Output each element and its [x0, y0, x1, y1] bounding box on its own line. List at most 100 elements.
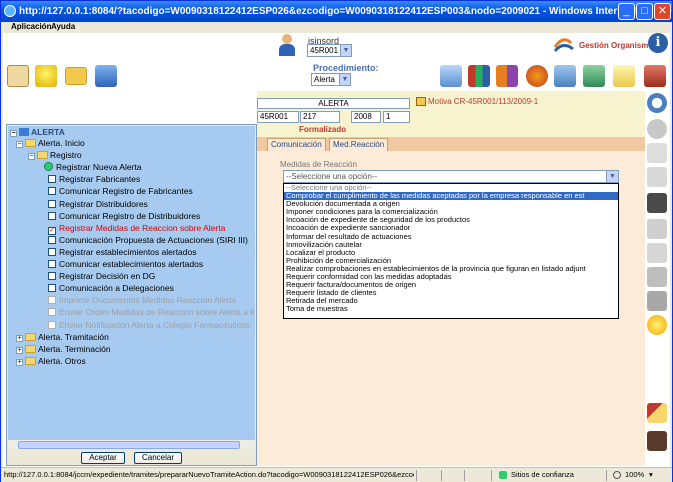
refresh-icon[interactable] — [44, 162, 53, 172]
tree-node[interactable]: Comunicar establecimientos alertados — [48, 259, 203, 270]
checkbox[interactable] — [48, 175, 56, 184]
floppy-save-icon[interactable] — [647, 193, 667, 213]
checkbox[interactable] — [48, 235, 56, 244]
tree-node[interactable]: Registrar establecimientos alertados — [48, 247, 196, 258]
accept-button[interactable]: Aceptar — [81, 452, 125, 464]
user-code-select[interactable]: 45R001 ▼ — [307, 44, 352, 57]
tree-root[interactable]: − ALERTA — [10, 127, 65, 138]
tree-node-label: Registrar Nueva Alerta — [56, 162, 142, 173]
tree-node[interactable]: Registrar Nueva Alerta — [44, 162, 142, 173]
collapse-icon[interactable]: − — [28, 153, 35, 161]
maximize-button[interactable]: □ — [636, 3, 653, 20]
books-icon[interactable] — [468, 65, 490, 87]
checkbox[interactable]: ✓ — [48, 226, 56, 235]
folder-icon[interactable] — [65, 67, 87, 85]
motiva-link[interactable]: Motiva CR-45R001/113/2009-1 — [428, 97, 538, 106]
user-icon — [277, 34, 297, 56]
copy-icon[interactable] — [647, 243, 667, 263]
settings-gear-icon[interactable] — [647, 315, 667, 335]
tree-node[interactable]: Registrar Decisión en DG — [48, 271, 155, 282]
tree-node[interactable]: Registrar Fabricantes — [48, 174, 140, 185]
status-url: http://127.0.0.1:8084/jccm/expediente/tr… — [4, 470, 414, 479]
stack-icon[interactable] — [647, 167, 667, 187]
print-icon[interactable] — [647, 291, 667, 311]
cut-icon[interactable] — [647, 219, 667, 239]
minimize-button[interactable]: _ — [618, 3, 635, 20]
checkbox[interactable] — [48, 247, 56, 256]
tree-node[interactable]: Comunicar Registro de Distribuidores — [48, 211, 200, 222]
tree-node[interactable]: Comunicación Propuesta de Actuaciones (S… — [48, 235, 248, 246]
dropdown-option[interactable]: Toma de muestras — [284, 305, 618, 313]
tools-icon[interactable] — [7, 65, 29, 87]
chevron-down-icon: ▼ — [606, 171, 618, 182]
chevron-down-icon: ▼ — [340, 45, 351, 56]
lightbulb-icon[interactable] — [35, 65, 57, 87]
tree-node[interactable]: − Registro — [28, 150, 82, 161]
back-arrow-icon[interactable] — [647, 119, 667, 139]
certificate-icon[interactable] — [613, 65, 635, 87]
close-button[interactable]: ✕ — [654, 3, 671, 20]
chevron-down-icon[interactable]: ▾ — [649, 468, 653, 482]
magnifier-icon[interactable] — [647, 93, 667, 113]
network-icon[interactable] — [95, 65, 117, 87]
medidas-select[interactable]: --Seleccione una opción-- ▼ — [283, 170, 619, 183]
checkbox[interactable] — [48, 296, 56, 305]
tree-node[interactable]: − Alerta. Inicio — [16, 138, 85, 149]
tree-node[interactable]: ✓ Registrar Medidas de Reaccion sobre Ale… — [48, 223, 225, 235]
window-title: http://127.0.0.1:8084/?tacodigo=W0090318… — [19, 6, 672, 17]
attachment-icon[interactable] — [647, 267, 667, 287]
collapse-icon[interactable]: − — [16, 141, 23, 148]
checkbox[interactable] — [48, 260, 56, 268]
menu-ayuda[interactable]: Ayuda — [51, 22, 75, 31]
exit-book-icon[interactable] — [644, 65, 666, 87]
record-field-delegacion[interactable]: 45R001 — [257, 111, 299, 123]
tree-node[interactable]: Registrar Distribuidores — [48, 199, 148, 210]
expand-icon[interactable]: + — [16, 346, 23, 354]
checkbox[interactable] — [48, 320, 56, 329]
zoom-level[interactable]: 100% — [625, 468, 644, 482]
tab-med-reaccion[interactable]: Med.Reacción — [329, 138, 389, 151]
tree-node[interactable]: Comunicar Registro de Fabricantes — [48, 186, 193, 197]
users-icon[interactable] — [583, 65, 605, 87]
documents-icon[interactable] — [647, 143, 667, 163]
browser-window: http://127.0.0.1:8084/?tacodigo=W0090318… — [0, 0, 673, 482]
tree-node[interactable]: + Alerta. Tramitación — [16, 332, 109, 343]
tab-comunicacion[interactable]: Comunicación — [267, 138, 326, 151]
checkbox[interactable] — [48, 308, 56, 317]
folder-icon — [25, 356, 36, 365]
tree-horizontal-scrollbar[interactable] — [8, 439, 255, 449]
medidas-dropdown-list: --Seleccione una opción-- Comprobar el cu… — [283, 183, 619, 319]
folder-icon — [25, 139, 36, 147]
tree-node[interactable]: Comunicación a Delegaciones — [48, 283, 174, 294]
laptop-icon[interactable] — [440, 65, 462, 87]
info-icon[interactable]: i — [648, 33, 668, 53]
checkbox[interactable] — [48, 211, 56, 220]
tree-node-label: Alerta. Tramitación — [38, 331, 109, 342]
folder-icon[interactable] — [416, 97, 426, 106]
checkbox[interactable] — [48, 187, 56, 196]
library-icon[interactable] — [496, 65, 518, 87]
record-field-numero[interactable]: 217 — [300, 111, 340, 123]
record-field-version[interactable]: 1 — [383, 111, 410, 123]
tree-node[interactable]: Enviar Notificacion Alerta a Colegio Far… — [48, 320, 250, 331]
scrollbar-thumb[interactable] — [18, 441, 240, 449]
expand-icon[interactable]: + — [16, 358, 23, 366]
cancel-button[interactable]: Cancelar — [134, 452, 182, 464]
tree-node[interactable]: + Alerta. Terminación — [16, 344, 111, 355]
checkbox[interactable] — [48, 272, 56, 281]
eraser-icon[interactable] — [647, 403, 667, 423]
checkbox[interactable] — [48, 284, 56, 293]
search-computer-icon[interactable] — [554, 65, 576, 87]
collapse-icon[interactable]: − — [10, 130, 17, 137]
procedimiento-select[interactable]: Alerta ▼ — [311, 73, 351, 86]
expand-icon[interactable]: + — [16, 334, 23, 342]
tree-node[interactable]: + Alerta. Otros — [16, 356, 86, 367]
firefox-icon[interactable] — [526, 65, 548, 87]
menu-aplicacion[interactable]: Aplicación — [11, 22, 51, 31]
tree-node-label: Enviar Orden Medidas de Reaccion sobre A… — [59, 307, 255, 318]
tree-node[interactable]: Enviar Orden Medidas de Reaccion sobre A… — [48, 307, 255, 318]
binoculars-icon[interactable] — [647, 431, 667, 451]
record-field-anio[interactable]: 2008 — [351, 111, 381, 123]
checkbox[interactable] — [48, 199, 56, 208]
tree-node[interactable]: Imprimir Documentos Medidas Reaccion Ale… — [48, 295, 236, 306]
